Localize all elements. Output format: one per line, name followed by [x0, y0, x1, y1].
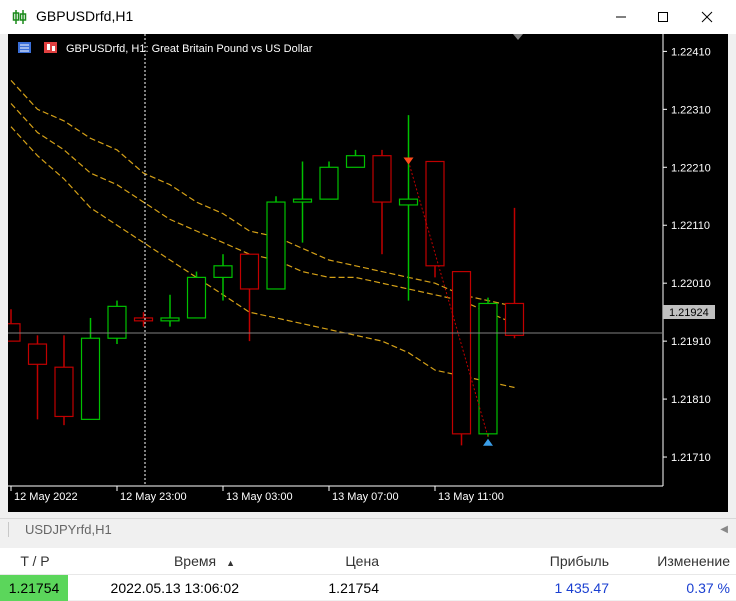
title-bar: GBPUSDrfd,H1: [0, 0, 736, 34]
column-price[interactable]: Цена: [245, 548, 385, 574]
trade-table: T / P Время ▲ Цена Прибыль Изменение 1.21…: [0, 548, 736, 601]
close-button[interactable]: [684, 0, 730, 34]
buy-arrow-icon[interactable]: [483, 438, 493, 446]
time-tick-label: 13 May 11:00: [438, 491, 504, 503]
sell-arrow-icon[interactable]: [403, 157, 414, 165]
time-axis: 12 May 2022 12 May 23:00 13 May 03:00 13 Ma…: [10, 486, 504, 503]
candle-body[interactable]: [80, 337, 101, 420]
column-time[interactable]: Время ▲: [70, 548, 245, 574]
current-price-label: 1.21924: [669, 307, 709, 319]
time-tick-label: 13 May 03:00: [226, 491, 293, 503]
candle-body[interactable]: [478, 302, 498, 435]
candles: [8, 115, 525, 446]
price-tick-label: 1.21810: [671, 394, 711, 406]
candle-body[interactable]: [27, 343, 48, 365]
chart-canvas[interactable]: 1.22410 1.22310 1.22210 1.22110 1.22010 1.219…: [8, 34, 728, 512]
candle-body[interactable]: [239, 253, 260, 290]
candle-body[interactable]: [319, 166, 339, 200]
tab-usdjpyrfd-h1[interactable]: USDJPYrfd,H1: [8, 522, 112, 537]
chevron-left-icon[interactable]: ◀: [720, 524, 728, 535]
maximize-button[interactable]: [640, 0, 686, 34]
sort-up-icon: ▲: [226, 558, 235, 568]
price-chart[interactable]: 1.22410 1.22310 1.22210 1.22110 1.22010 1.219…: [8, 34, 728, 512]
price-tick-label: 1.22310: [671, 104, 711, 116]
cell-tp: 1.21754: [0, 575, 68, 601]
candle-body[interactable]: [451, 270, 472, 435]
price-tick-label: 1.22010: [671, 278, 711, 290]
column-profit[interactable]: Прибыль: [385, 548, 615, 574]
cell-change: 0.37 %: [686, 580, 730, 596]
table-row[interactable]: 1.21754 2022.05.13 13:06:02 1.21754 1 43…: [0, 574, 736, 601]
candle-body[interactable]: [133, 317, 154, 322]
candle-body[interactable]: [372, 155, 392, 203]
time-tick-label: 13 May 07:00: [332, 491, 399, 503]
price-tick-label: 1.22210: [671, 162, 711, 174]
candle-body[interactable]: [54, 366, 74, 418]
price-tick-label: 1.21910: [671, 336, 711, 348]
column-change[interactable]: Изменение: [615, 548, 736, 574]
minimize-icon: [616, 16, 626, 18]
candle-body[interactable]: [425, 160, 445, 267]
price-axis: 1.22410 1.22310 1.22210 1.22110 1.22010 1.219…: [663, 46, 711, 464]
cell-profit: 1 435.47: [554, 580, 610, 596]
window-title: GBPUSDrfd,H1: [36, 8, 134, 24]
candle-body[interactable]: [504, 302, 525, 336]
time-tick-label: 12 May 23:00: [120, 491, 187, 503]
candle-body[interactable]: [292, 198, 313, 203]
chart-shift-icon[interactable]: [513, 34, 523, 40]
maximize-icon: [658, 12, 668, 22]
cell-price: 1.21754: [328, 580, 379, 596]
minimize-button[interactable]: [598, 0, 644, 34]
candle-body[interactable]: [398, 198, 419, 206]
candle-body[interactable]: [266, 201, 286, 290]
cell-time: 2022.05.13 13:06:02: [110, 580, 239, 596]
candlestick-icon: [12, 10, 27, 24]
chart-tabs: USDJPYrfd,H1 ◀: [0, 518, 736, 545]
candle-body[interactable]: [213, 265, 233, 278]
trade-connector-line: [408, 161, 489, 437]
candle-body[interactable]: [8, 323, 21, 342]
close-icon: [701, 11, 713, 23]
price-tick-label: 1.21710: [671, 452, 711, 464]
chart-header: GBPUSDrfd, H1: Great Britain Pound vs US…: [18, 42, 313, 55]
time-tick-label: 12 May 2022: [14, 491, 78, 503]
trade-signal-icon[interactable]: [44, 42, 57, 53]
table-header: T / P Время ▲ Цена Прибыль Изменение: [0, 548, 736, 574]
column-tp[interactable]: T / P: [0, 548, 70, 574]
price-tick-label: 1.22110: [671, 220, 710, 232]
candle-body[interactable]: [345, 155, 366, 168]
candle-body[interactable]: [186, 276, 207, 319]
candle-body[interactable]: [160, 317, 180, 322]
chart-title: GBPUSDrfd, H1: Great Britain Pound vs US…: [66, 43, 313, 55]
price-tick-label: 1.22410: [671, 46, 711, 58]
